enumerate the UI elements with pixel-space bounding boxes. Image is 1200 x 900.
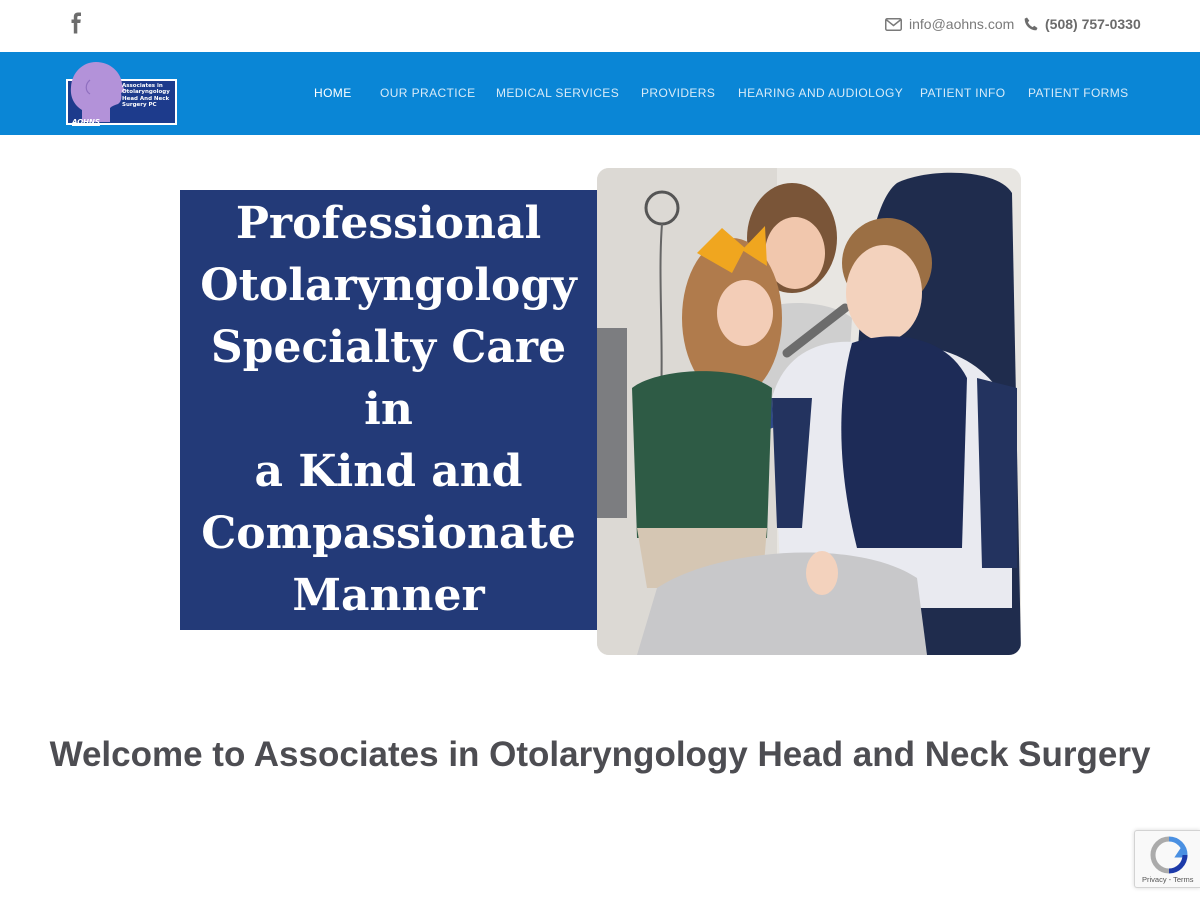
hero-line-5: Compassionate bbox=[201, 508, 576, 559]
facebook-icon[interactable] bbox=[68, 12, 84, 34]
hero-banner: Professional Otolaryngology Specialty Ca… bbox=[0, 135, 1200, 680]
exam-room-illustration bbox=[597, 168, 1021, 655]
hero-line-6: Manner bbox=[292, 570, 485, 621]
nav-patient-forms[interactable]: PATIENT FORMS bbox=[1028, 86, 1129, 100]
phone-icon bbox=[1024, 17, 1038, 31]
nav-hearing-audiology[interactable]: HEARING AND AUDIOLOGY bbox=[738, 86, 903, 100]
nav-medical-services[interactable]: MEDICAL SERVICES bbox=[496, 86, 619, 100]
recaptcha-badge[interactable]: Privacy - Terms bbox=[1134, 830, 1200, 888]
recaptcha-icon bbox=[1150, 836, 1188, 874]
recaptcha-links[interactable]: Privacy - Terms bbox=[1142, 875, 1194, 884]
main-menu: HOME OUR PRACTICE MEDICAL SERVICES PROVI… bbox=[0, 86, 1200, 102]
nav-patient-info[interactable]: PATIENT INFO bbox=[920, 86, 1005, 100]
hero-text-panel: Professional Otolaryngology Specialty Ca… bbox=[180, 190, 597, 630]
email-text[interactable]: info@aohns.com bbox=[909, 16, 1014, 32]
nav-our-practice[interactable]: OUR PRACTICE bbox=[380, 86, 475, 100]
hero-line-1: Professional bbox=[235, 198, 542, 249]
email-link[interactable]: info@aohns.com bbox=[885, 14, 1014, 34]
hero-tagline: Professional Otolaryngology Specialty Ca… bbox=[189, 193, 589, 627]
main-navbar: Associates in Otolaryngology Head And Ne… bbox=[0, 52, 1200, 135]
hero-line-4: a Kind and bbox=[254, 446, 523, 497]
hero-photo bbox=[597, 168, 1021, 655]
logo-abbreviation: AOHNS bbox=[72, 118, 100, 126]
phone-link[interactable]: (508) 757-0330 bbox=[1024, 14, 1141, 34]
welcome-heading: Welcome to Associates in Otolaryngology … bbox=[49, 735, 1151, 774]
hero-line-3: Specialty Care in bbox=[210, 322, 567, 435]
nav-home[interactable]: HOME bbox=[314, 86, 352, 100]
phone-text[interactable]: (508) 757-0330 bbox=[1045, 16, 1141, 32]
envelope-icon bbox=[885, 17, 902, 31]
nav-providers[interactable]: PROVIDERS bbox=[641, 86, 715, 100]
hero-line-2: Otolaryngology bbox=[200, 260, 577, 311]
top-contact-bar: info@aohns.com (508) 757-0330 bbox=[0, 0, 1200, 52]
